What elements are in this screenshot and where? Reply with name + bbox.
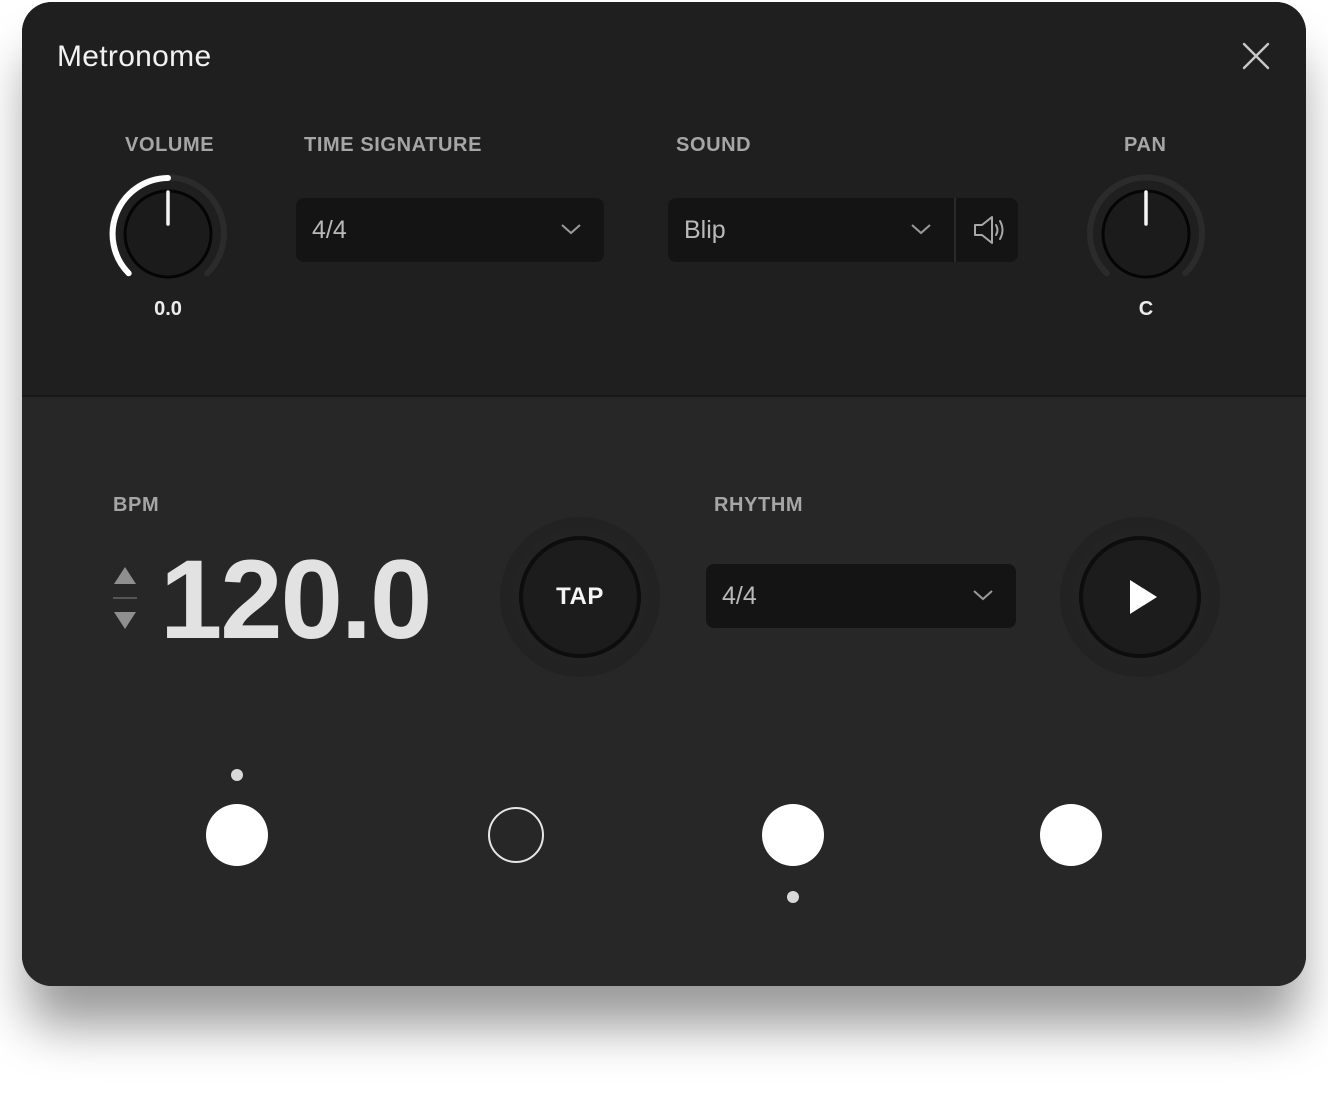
triangle-down-icon xyxy=(114,612,136,629)
chevron-down-icon xyxy=(911,224,931,235)
volume-knob-graphic xyxy=(109,174,227,279)
bpm-value[interactable]: 120.0 xyxy=(160,540,432,660)
bpm-stepper xyxy=(112,564,138,634)
tap-button-halo: TAP xyxy=(500,517,660,677)
beat-4[interactable] xyxy=(1040,804,1102,866)
volume-knob[interactable] xyxy=(106,172,230,296)
sound-label: SOUND xyxy=(676,134,752,156)
close-button[interactable] xyxy=(1238,38,1274,74)
pan-value: C xyxy=(1138,298,1154,320)
close-icon xyxy=(1242,42,1270,70)
sound-value: Blip xyxy=(684,216,726,244)
chevron-down-icon xyxy=(561,224,581,235)
time-signature-select[interactable]: 4/4 xyxy=(296,198,604,262)
play-icon xyxy=(1130,580,1157,614)
chevron-down-icon xyxy=(973,590,993,601)
tap-label: TAP xyxy=(556,583,604,610)
speaker-icon xyxy=(974,216,1004,244)
rhythm-select[interactable]: 4/4 xyxy=(706,564,1016,628)
rhythm-value: 4/4 xyxy=(722,582,757,610)
play-button-halo xyxy=(1060,517,1220,677)
beat-3[interactable] xyxy=(762,804,824,866)
volume-value: 0.0 xyxy=(154,298,182,320)
bpm-label: BPM xyxy=(113,494,160,516)
tap-button[interactable]: TAP xyxy=(519,536,641,658)
pan-knob-graphic xyxy=(1087,174,1205,279)
bpm-increment-button[interactable] xyxy=(112,564,138,588)
pan-knob[interactable] xyxy=(1084,172,1208,296)
pan-label: PAN xyxy=(1124,134,1167,156)
rhythm-label: RHYTHM xyxy=(714,494,804,516)
window-title: Metronome xyxy=(57,40,212,73)
beat-1-accent-dot xyxy=(231,769,243,781)
stepper-divider xyxy=(113,597,137,599)
triangle-up-icon xyxy=(114,567,136,584)
beat-1[interactable] xyxy=(206,804,268,866)
sound-select[interactable]: Blip xyxy=(668,198,954,262)
transport-panel xyxy=(22,399,1306,986)
time-signature-label: TIME SIGNATURE xyxy=(304,134,483,156)
bpm-decrement-button[interactable] xyxy=(112,608,138,632)
sound-preview-button[interactable] xyxy=(954,198,1018,262)
beat-3-accent-dot xyxy=(787,891,799,903)
metronome-window: Metronome VOLUME 0.0 TIME SIGNATURE 4/4 … xyxy=(22,2,1306,986)
beat-2[interactable] xyxy=(488,807,544,863)
volume-label: VOLUME xyxy=(125,134,215,156)
play-button[interactable] xyxy=(1079,536,1201,658)
time-signature-value: 4/4 xyxy=(312,216,347,244)
